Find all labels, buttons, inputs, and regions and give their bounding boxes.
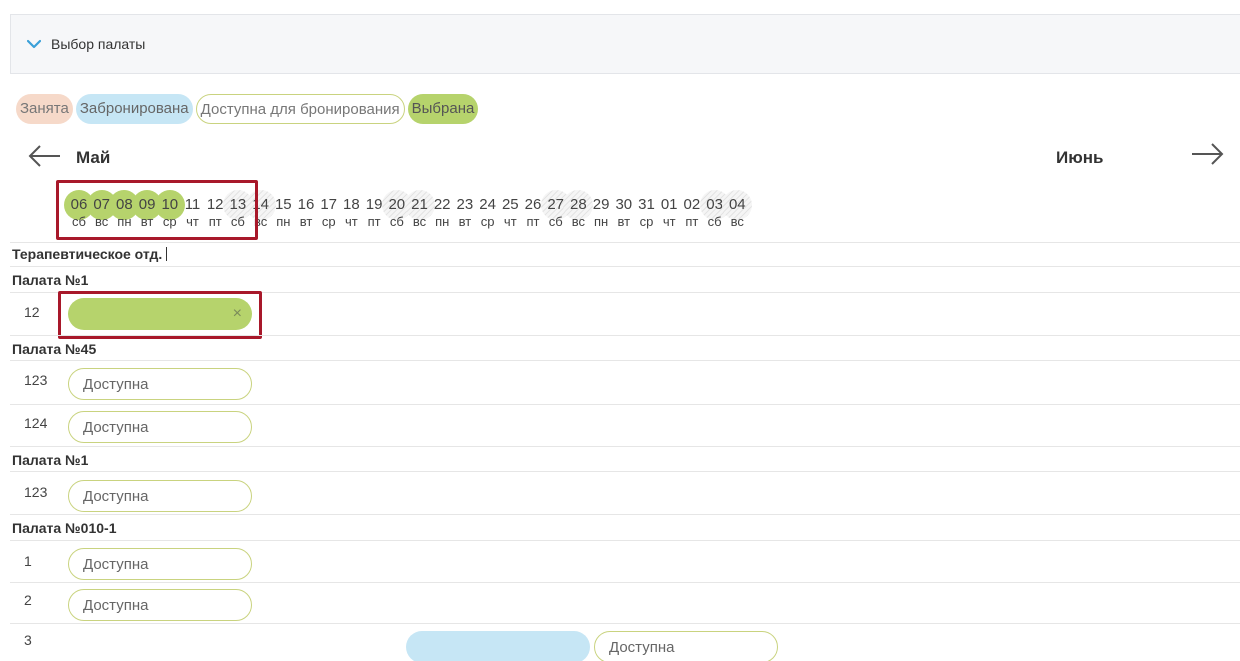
bed-slot-available[interactable]: Доступна: [68, 548, 252, 580]
row-divider: [10, 266, 1240, 267]
row-divider: [10, 446, 1240, 447]
bed-number: 3: [24, 632, 32, 648]
room-selection-header[interactable]: Выбор палаты: [10, 14, 1240, 74]
row-divider: [10, 404, 1240, 405]
room-group-title: Палата №1: [12, 452, 89, 468]
day-of-week: вс: [730, 214, 744, 229]
bed-slot-available[interactable]: Доступна: [68, 368, 252, 400]
department-title: Терапевтическое отд.: [12, 246, 168, 262]
room-group-title: Палата №1: [12, 272, 89, 288]
month-nav-left: Май: [28, 140, 110, 176]
room-group-title: Палата №010-1: [12, 520, 117, 536]
legend: Занята Забронирована Доступна для бронир…: [16, 94, 479, 124]
bed-number: 123: [24, 372, 48, 388]
day-cell[interactable]: 04 вс: [722, 190, 753, 240]
legend-available: Доступна для бронирования: [195, 94, 405, 124]
row-divider: [10, 335, 1240, 336]
row-divider: [10, 540, 1240, 541]
text-cursor: [166, 247, 168, 261]
room-group-title: Палата №45: [12, 341, 97, 357]
arrow-left-icon[interactable]: [28, 144, 62, 173]
row-divider: [10, 360, 1240, 361]
month-label-right: Июнь: [1056, 148, 1104, 167]
legend-occupied: Занята: [16, 94, 73, 124]
bed-number: 2: [24, 592, 32, 608]
row-divider: [10, 242, 1240, 243]
row-divider: [10, 623, 1240, 624]
chevron-down-icon[interactable]: [27, 37, 41, 51]
month-nav-right: Июнь: [1056, 140, 1103, 176]
bed-number: 124: [24, 415, 48, 431]
day-number: 04: [728, 196, 746, 213]
selected-days-highlight: [56, 180, 258, 240]
bed-slot-available[interactable]: Доступна: [68, 411, 252, 443]
bed-number: 123: [24, 484, 48, 500]
selected-bed-highlight: [58, 291, 262, 339]
bed-number: 1: [24, 553, 32, 569]
legend-reserved: Забронирована: [75, 94, 193, 124]
department-name: Терапевтическое отд.: [12, 246, 163, 262]
arrow-right-icon[interactable]: [1190, 142, 1224, 171]
bed-slot-available[interactable]: Доступна: [68, 480, 252, 512]
row-divider: [10, 582, 1240, 583]
row-divider: [10, 514, 1240, 515]
bed-slot-reserved[interactable]: [406, 631, 590, 661]
bed-slot-available[interactable]: Доступна: [68, 589, 252, 621]
panel-title: Выбор палаты: [51, 36, 146, 52]
legend-selected: Выбрана: [407, 94, 479, 124]
bed-slot-available[interactable]: Доступна: [594, 631, 778, 661]
month-label-left: Май: [76, 148, 111, 167]
row-divider: [10, 471, 1240, 472]
bed-number: 12: [24, 304, 40, 320]
